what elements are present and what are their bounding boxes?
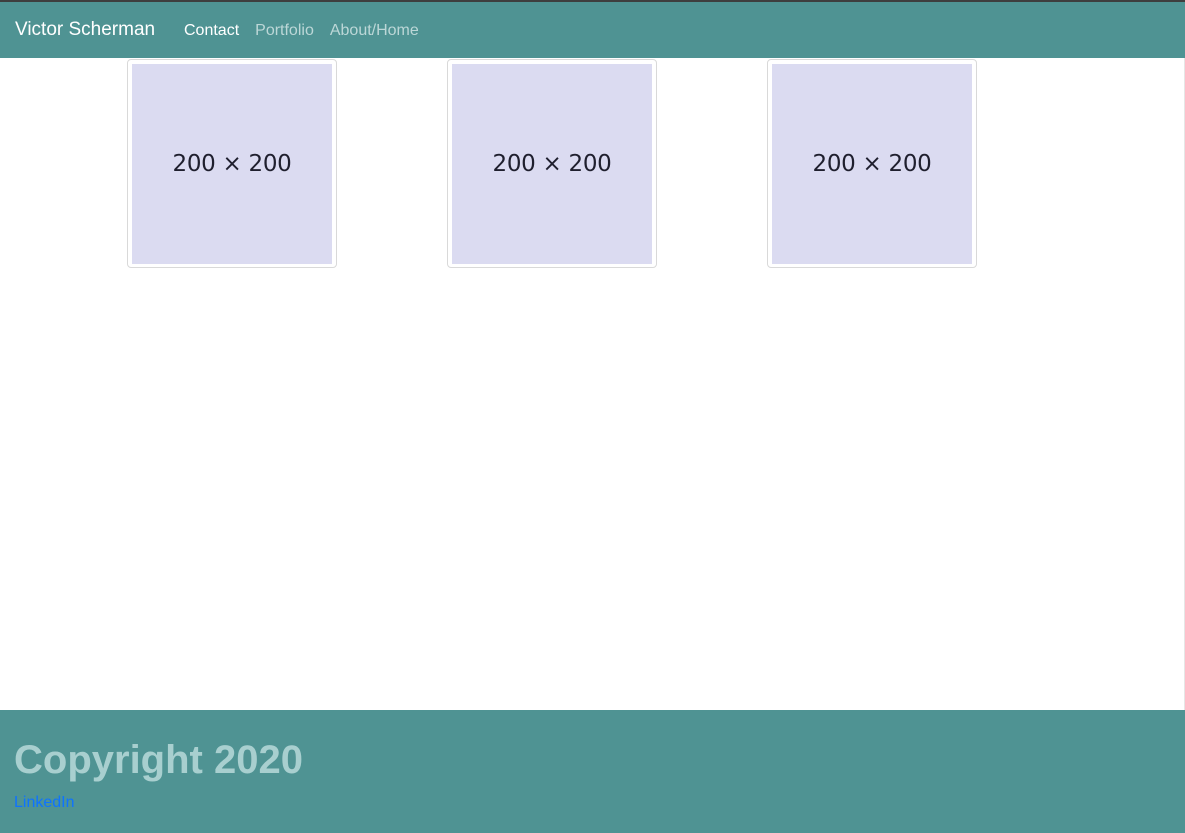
image-placeholder: 200 × 200: [452, 64, 652, 264]
top-navbar: Victor Scherman Contact Portfolio About/…: [0, 0, 1185, 58]
nav-link-portfolio[interactable]: Portfolio: [255, 21, 314, 40]
nav-link-contact[interactable]: Contact: [184, 21, 239, 40]
page: Victor Scherman Contact Portfolio About/…: [0, 0, 1185, 833]
image-thumbnail: 200 × 200: [767, 59, 977, 268]
image-placeholder-label: 200 × 200: [492, 151, 612, 177]
brand-link[interactable]: Victor Scherman: [15, 19, 155, 41]
image-placeholder: 200 × 200: [772, 64, 972, 264]
image-placeholder-label: 200 × 200: [812, 151, 932, 177]
footer-copyright: Copyright 2020: [14, 738, 303, 782]
image-thumbnail: 200 × 200: [447, 59, 657, 268]
page-footer: Copyright 2020 LinkedIn: [0, 710, 1185, 833]
linkedin-link[interactable]: LinkedIn: [14, 794, 75, 812]
image-placeholder: 200 × 200: [132, 64, 332, 264]
image-placeholder-label: 200 × 200: [172, 151, 292, 177]
image-thumbnail: 200 × 200: [127, 59, 337, 268]
nav-link-about-home[interactable]: About/Home: [330, 21, 419, 40]
main-navigation: Contact Portfolio About/Home: [184, 21, 419, 40]
